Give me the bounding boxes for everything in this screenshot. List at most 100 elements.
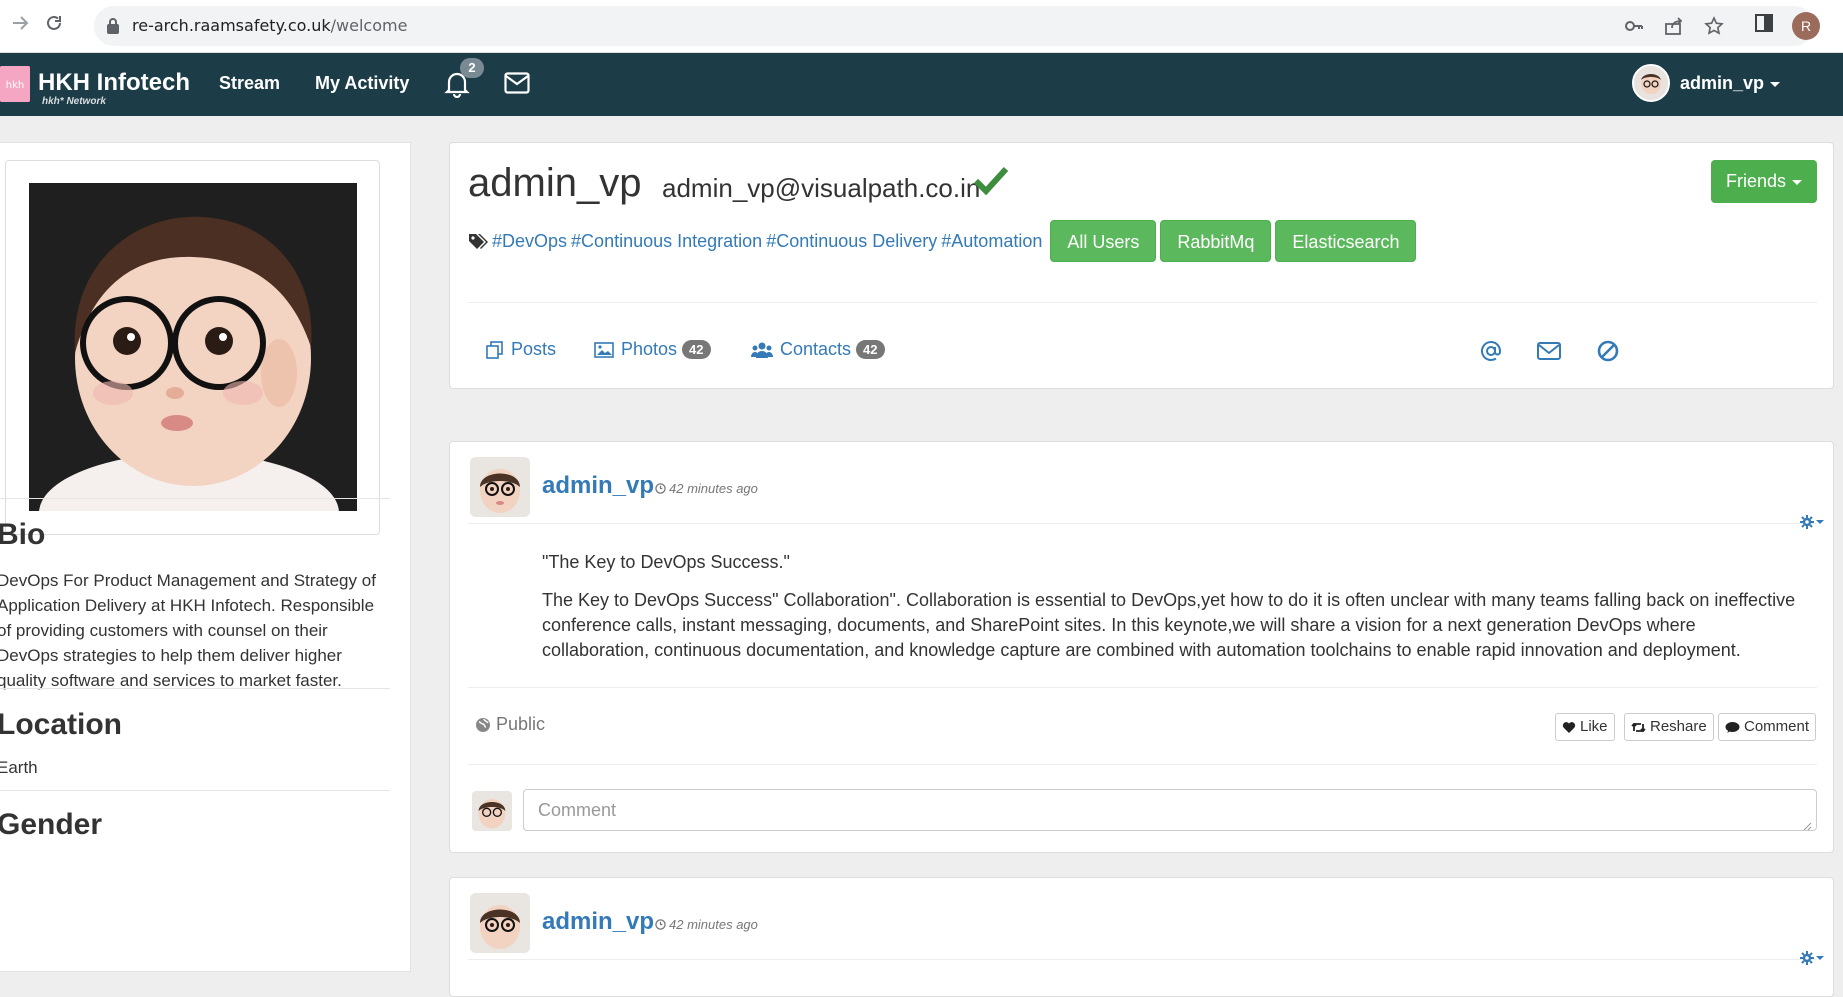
reload-icon[interactable] — [42, 12, 66, 40]
post-author-name[interactable]: admin_vp — [542, 908, 654, 936]
share-icon[interactable] — [1664, 16, 1684, 36]
post-card: admin_vp 42 minutes ago — [449, 877, 1834, 997]
profile-sidebar: Bio DevOps For Product Management and St… — [0, 142, 411, 972]
side-panel-icon[interactable] — [1754, 13, 1774, 38]
photos-count-badge: 42 — [682, 340, 711, 359]
verified-check-icon — [973, 165, 1009, 200]
comment-bubble-icon — [1725, 721, 1740, 733]
divider — [468, 959, 1817, 960]
chevron-down-icon — [1770, 81, 1781, 87]
divider — [468, 687, 1817, 688]
top-navbar: hkh HKH Infotech hkh* Network Stream My … — [0, 53, 1843, 116]
tag-link-continuous-delivery[interactable]: #Continuous Delivery — [766, 231, 937, 252]
gender-heading: Gender — [0, 808, 103, 841]
mention-icon[interactable] — [1479, 339, 1503, 363]
location-heading: Location — [0, 708, 122, 741]
profile-photo[interactable] — [29, 183, 357, 511]
post-author-avatar[interactable] — [470, 893, 530, 953]
tab-contacts-label: Contacts — [780, 339, 852, 359]
group-button-elasticsearch[interactable]: Elasticsearch — [1275, 220, 1417, 262]
reshare-button[interactable]: Reshare — [1624, 713, 1714, 741]
post-title: "The Key to DevOps Success." — [542, 552, 790, 572]
tag-link-continuous-integration[interactable]: #Continuous Integration — [571, 231, 762, 252]
bio-text: DevOps For Product Management and Strate… — [0, 571, 376, 690]
tags-icon — [468, 232, 488, 250]
user-menu-dropdown[interactable]: admin_vp — [1680, 73, 1781, 94]
send-message-envelope-icon[interactable] — [1537, 339, 1561, 363]
contacts-count-badge: 42 — [856, 340, 885, 359]
nav-link-stream[interactable]: Stream — [219, 73, 280, 94]
profile-name: admin_vp — [468, 161, 642, 205]
location-value: Earth — [0, 758, 38, 777]
tab-photos[interactable]: Photos 42 — [594, 339, 711, 360]
divider — [0, 498, 390, 499]
browser-profile-avatar[interactable]: R — [1792, 12, 1820, 40]
divider — [468, 523, 1817, 524]
forward-icon[interactable] — [8, 12, 32, 40]
post-author-avatar[interactable] — [470, 457, 530, 517]
comment-button[interactable]: Comment — [1718, 713, 1817, 741]
address-bar[interactable]: re-arch.raamsafety.co.uk/welcome — [94, 6, 1814, 46]
globe-icon — [476, 717, 490, 732]
copy-icon — [486, 340, 503, 359]
profile-email: admin_vp@visualpath.co.in — [662, 173, 981, 203]
post-timestamp: 42 minutes ago — [655, 917, 758, 932]
post-body-text: The Key to DevOps Success" Collaboration… — [542, 590, 1796, 660]
divider — [468, 764, 1817, 765]
comment-input[interactable] — [523, 789, 1817, 831]
heart-icon — [1562, 721, 1576, 733]
brand-subtitle: hkh* Network — [42, 96, 106, 107]
chevron-down-icon — [1816, 520, 1824, 524]
notification-count-badge: 2 — [460, 58, 484, 78]
lock-icon[interactable] — [106, 17, 120, 40]
post-settings-gear-icon[interactable] — [1800, 515, 1824, 529]
chevron-down-icon — [1792, 179, 1803, 185]
tab-contacts[interactable]: Contacts 42 — [751, 339, 885, 360]
retweet-icon — [1631, 722, 1646, 732]
friends-button[interactable]: Friends — [1711, 160, 1817, 203]
nav-link-my-activity[interactable]: My Activity — [315, 73, 409, 94]
divider — [0, 688, 390, 689]
post-card: admin_vp 42 minutes ago "The Key to DevO… — [449, 441, 1834, 853]
block-user-icon[interactable] — [1596, 339, 1620, 363]
group-button-rabbitmq[interactable]: RabbitMq — [1160, 220, 1272, 262]
user-avatar[interactable] — [1632, 64, 1670, 102]
like-button[interactable]: Like — [1555, 713, 1615, 741]
post-author-name[interactable]: admin_vp — [542, 472, 654, 500]
reshare-button-label: Reshare — [1650, 718, 1707, 735]
user-menu-name: admin_vp — [1680, 73, 1765, 93]
post-settings-gear-icon[interactable] — [1800, 951, 1824, 965]
chevron-down-icon — [1816, 956, 1824, 960]
tab-posts-label: Posts — [511, 339, 557, 359]
key-icon[interactable] — [1624, 16, 1644, 36]
messages-envelope-icon[interactable] — [504, 72, 530, 98]
tags-row: #DevOps #Continuous Integration #Continu… — [468, 219, 1417, 263]
divider — [0, 790, 390, 791]
tag-link-devops[interactable]: #DevOps — [492, 231, 567, 252]
resize-handle-icon[interactable] — [1802, 818, 1812, 836]
post-timestamp: 42 minutes ago — [655, 481, 758, 496]
tab-photos-label: Photos — [621, 339, 678, 359]
post-time-text: 42 minutes ago — [669, 917, 758, 932]
profile-header-panel: admin_vp admin_vp@visualpath.co.in Frien… — [449, 142, 1834, 389]
brand-logo[interactable]: hkh — [0, 66, 30, 102]
bookmark-star-icon[interactable] — [1704, 16, 1724, 36]
post-time-text: 42 minutes ago — [669, 481, 758, 496]
like-button-label: Like — [1580, 718, 1608, 735]
brand-title[interactable]: HKH Infotech — [38, 69, 190, 97]
divider — [468, 302, 1817, 303]
friends-button-label: Friends — [1725, 171, 1787, 191]
profile-photo-frame — [5, 160, 380, 535]
tab-posts[interactable]: Posts — [486, 339, 556, 360]
post-visibility: Public — [475, 714, 545, 735]
url-path: /welcome — [330, 16, 408, 35]
url-text[interactable]: re-arch.raamsafety.co.uk/welcome — [132, 16, 407, 35]
users-icon — [751, 342, 773, 358]
tag-link-automation[interactable]: #Automation — [941, 231, 1042, 252]
post-visibility-label: Public — [496, 714, 546, 734]
picture-icon — [594, 341, 614, 358]
group-button-all-users[interactable]: All Users — [1050, 220, 1157, 262]
comment-button-label: Comment — [1744, 718, 1810, 735]
clock-icon — [655, 919, 666, 930]
bio-heading: Bio — [0, 518, 46, 551]
